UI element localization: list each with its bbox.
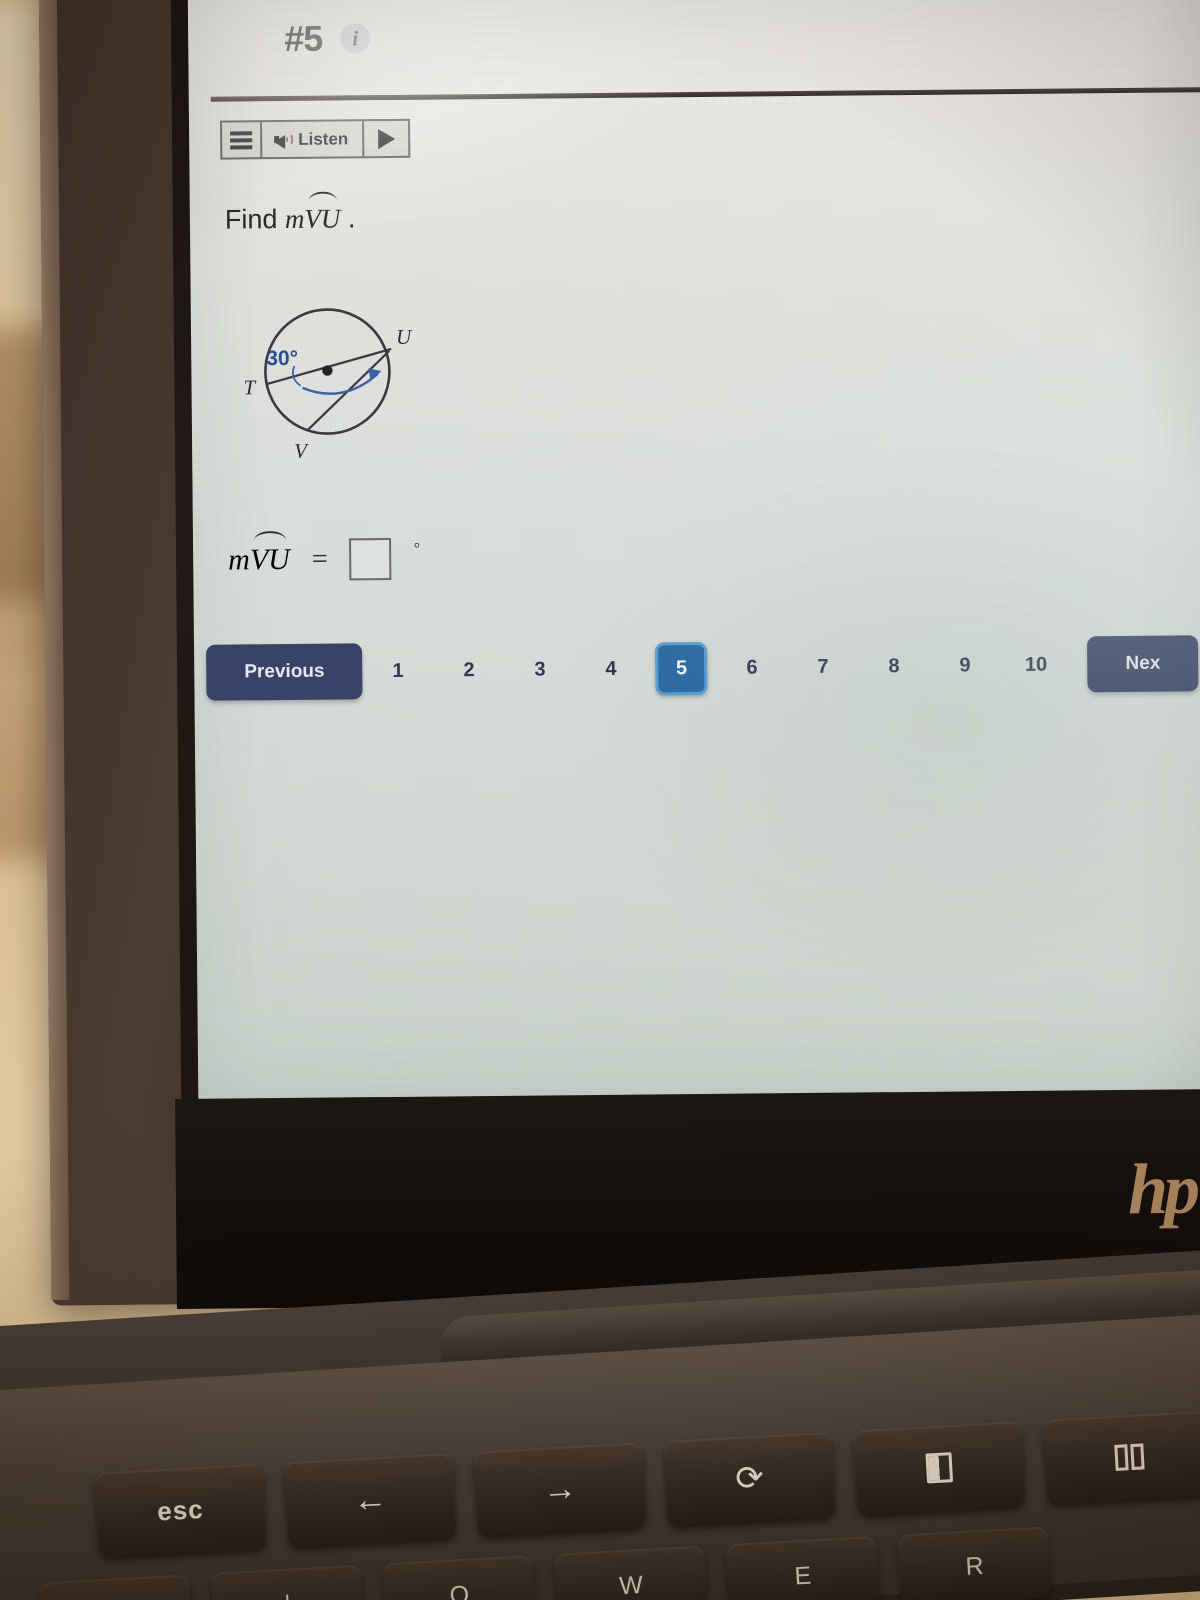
page-8[interactable]: 8 [858, 654, 929, 678]
key-4[interactable]: E [725, 1535, 880, 1600]
key-esc[interactable]: esc [94, 1463, 267, 1557]
page-2[interactable]: 2 [433, 658, 504, 682]
equals-sign: = [311, 543, 328, 575]
listen-button[interactable]: Listen [262, 121, 365, 158]
answer-row: m VU = ° [228, 531, 421, 582]
page-number-list: 1 2 3 4 5 6 7 8 9 10 [362, 638, 1071, 698]
page-content: #5 i Listen Find m VU . 30° T U V m VU =… [188, 0, 1200, 1103]
question-header: #5 i [284, 17, 371, 60]
arc-indicator [302, 373, 379, 395]
fullscreen-icon [925, 1452, 954, 1484]
page-3[interactable]: 3 [504, 658, 575, 682]
listen-label: Listen [298, 128, 349, 149]
answer-m: m [228, 543, 251, 577]
page-4[interactable]: 4 [575, 657, 646, 681]
circle-diagram: 30° T U V [239, 288, 441, 470]
key-overview[interactable] [1042, 1410, 1200, 1504]
prompt-prefix: Find [224, 203, 286, 235]
laptop-screen: #5 i Listen Find m VU . 30° T U V m VU =… [187, 0, 1200, 1103]
listen-toolbar: Listen [219, 118, 411, 160]
prompt-arc-name: VU [304, 203, 341, 234]
arc-arrowhead [368, 368, 382, 382]
answer-arc-name: VU [249, 542, 291, 577]
key-reload[interactable]: ⟳ [663, 1431, 836, 1526]
point-label-T: T [243, 375, 256, 399]
angle-label: 30° [266, 347, 298, 370]
next-button[interactable]: Nex [1087, 635, 1199, 693]
circle-center-point [322, 365, 333, 376]
page-1[interactable]: 1 [362, 659, 433, 683]
key-back-arrow[interactable]: ← [283, 1453, 457, 1547]
page-9[interactable]: 9 [929, 654, 1000, 678]
pagination-bar: Previous 1 2 3 4 5 6 7 8 9 10 Nex [206, 635, 1200, 701]
key-3[interactable]: W [554, 1545, 708, 1600]
hp-logo: hp [1127, 1148, 1197, 1230]
header-divider [210, 87, 1200, 102]
key-5[interactable]: R [897, 1526, 1052, 1600]
prompt-suffix: . [340, 203, 356, 234]
speaker-icon [274, 132, 294, 150]
key-forward-arrow[interactable]: → [473, 1442, 647, 1536]
previous-button[interactable]: Previous [206, 643, 363, 701]
degree-symbol: ° [413, 539, 421, 559]
back-arrow-icon: ← [352, 1479, 389, 1520]
overview-icon [1113, 1443, 1145, 1472]
forward-arrow-icon: → [541, 1469, 578, 1509]
question-prompt: Find m VU . [224, 191, 356, 235]
reload-icon: ⟳ [734, 1458, 765, 1499]
answer-input[interactable] [349, 537, 392, 581]
photo-scene: #5 i Listen Find m VU . 30° T U V m VU =… [0, 0, 1200, 1600]
page-6[interactable]: 6 [716, 656, 787, 680]
page-5-active[interactable]: 5 [655, 641, 708, 695]
hamburger-menu-icon[interactable] [222, 122, 263, 158]
question-number: #5 [284, 17, 323, 59]
key-2[interactable]: Q [382, 1555, 537, 1600]
point-label-U: U [396, 325, 413, 349]
prompt-m: m [284, 203, 305, 234]
info-icon[interactable]: i [340, 23, 371, 54]
play-triangle-icon[interactable] [364, 121, 408, 156]
point-label-V: V [294, 439, 309, 463]
page-10[interactable]: 10 [1000, 653, 1071, 677]
answer-label: m VU [228, 531, 291, 578]
page-7[interactable]: 7 [787, 655, 858, 679]
key-fullscreen[interactable] [853, 1421, 1026, 1515]
